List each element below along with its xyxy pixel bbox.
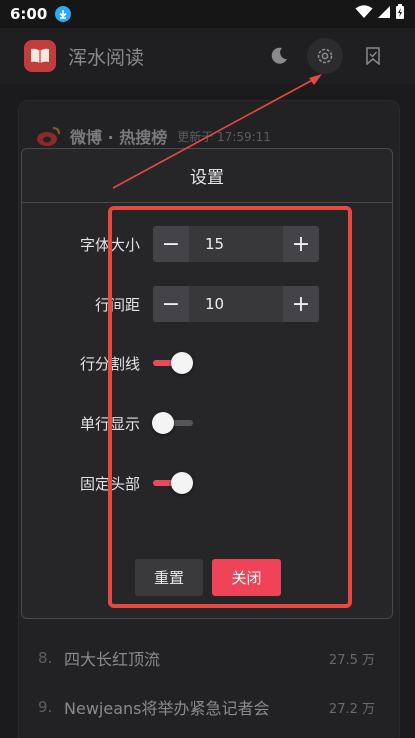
status-time: 6:00 xyxy=(10,5,48,23)
theme-toggle-button[interactable] xyxy=(261,38,297,74)
weibo-title: 微博 · 热搜榜 xyxy=(70,128,168,147)
list-item-index: 9. xyxy=(38,698,53,716)
moon-icon xyxy=(271,47,287,64)
bookmark-button[interactable] xyxy=(355,38,391,74)
list-item-index: 8. xyxy=(38,649,53,667)
settings-button[interactable] xyxy=(307,38,343,74)
signal-icon xyxy=(377,5,391,23)
app-title: 浑水阅读 xyxy=(68,46,145,69)
wifi-icon xyxy=(355,5,373,23)
book-icon xyxy=(31,48,49,63)
list-item-title: 四大长红顶流 xyxy=(64,650,161,669)
annotation-highlight-box xyxy=(108,206,352,608)
app-logo xyxy=(24,40,56,72)
bookmark-icon xyxy=(366,47,380,65)
header-actions xyxy=(261,38,391,74)
gear-icon xyxy=(317,48,333,64)
status-bar: 6:00 xyxy=(0,0,415,28)
weibo-section-header: 微博 · 热搜榜 更新于 17:59:11 xyxy=(36,124,271,148)
status-icons xyxy=(355,4,405,24)
download-icon xyxy=(55,6,72,22)
list-item-count: 27.2 万 xyxy=(328,701,375,717)
app-header: 浑水阅读 xyxy=(0,28,415,84)
list-item[interactable]: 8. 四大长红顶流 27.5 万 xyxy=(20,636,395,680)
list-item-title: Newjeans将举办紧急记者会 xyxy=(64,699,270,718)
weibo-icon xyxy=(37,127,60,146)
dialog-title: 设置 xyxy=(22,149,392,203)
list-item[interactable]: 9. Newjeans将举办紧急记者会 27.2 万 xyxy=(20,685,395,729)
list-item-count: 27.5 万 xyxy=(328,652,375,668)
battery-charging-icon xyxy=(395,4,405,24)
updated-time: 更新于 17:59:11 xyxy=(177,129,271,144)
